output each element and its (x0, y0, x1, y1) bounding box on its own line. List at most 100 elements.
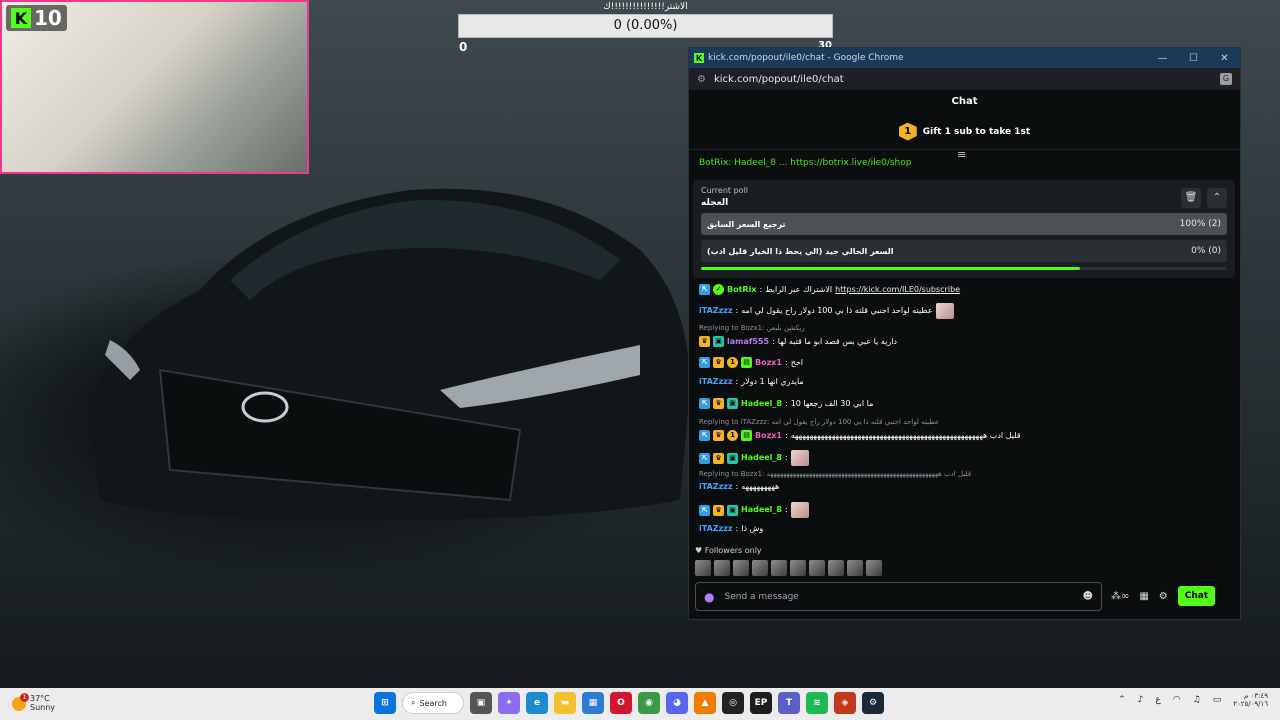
url-text[interactable]: kick.com/popout/ile0/chat (714, 74, 844, 85)
avatar[interactable] (809, 560, 825, 576)
steam-icon[interactable]: ⚙ (862, 692, 884, 714)
chat-message[interactable]: iTAZzzz: وش ذا (699, 524, 763, 534)
emote-image (790, 502, 809, 518)
task-view-icon[interactable]: ▣ (470, 692, 492, 714)
discord-icon[interactable]: ◕ (666, 692, 688, 714)
chat-username[interactable]: Hadeel_8 (741, 399, 782, 409)
poll-overlay-min: 0 (459, 40, 468, 54)
pinned-message-row[interactable]: ≡ BotRix: Hadeel_8 ... https://botrix.li… (689, 150, 1240, 168)
chat-input-placeholder[interactable]: Send a message (724, 592, 798, 602)
copilot-icon[interactable]: ✦ (498, 692, 520, 714)
chat-input[interactable]: ● Send a message ☻ (695, 582, 1102, 611)
microphone-tray-icon[interactable]: ♪ (1138, 695, 1144, 705)
avatar[interactable] (714, 560, 730, 576)
chat-username[interactable]: lamaf555 (727, 337, 769, 347)
delete-poll-icon[interactable]: 🗑 (1181, 188, 1201, 208)
avatar[interactable] (847, 560, 863, 576)
chat-tools: ⁂∞ ▦ ⚙ Chat (1111, 586, 1216, 606)
window-titlebar[interactable]: K kick.com/popout/ile0/chat - Google Chr… (689, 48, 1240, 68)
send-chat-button[interactable]: Chat (1177, 586, 1216, 606)
chat-message[interactable]: ⇱ ✓ BotRix: الاشتراك عبر الرابط https://… (699, 284, 960, 295)
chat-text: وش ذا (741, 524, 764, 533)
chat-username[interactable]: iTAZzzz (699, 482, 733, 492)
chat-username[interactable]: iTAZzzz (699, 377, 733, 387)
epic-games-icon[interactable]: EP (750, 692, 772, 714)
spotify-icon[interactable]: ≋ (806, 692, 828, 714)
start-icon[interactable]: ⊞ (374, 692, 396, 714)
weather-widget[interactable]: 1 37°C Sunny (12, 693, 55, 713)
volume-icon[interactable]: ♫ (1193, 695, 1201, 705)
avatar[interactable] (790, 560, 806, 576)
chat-message[interactable]: ⇱ ♛ 1 ▤ Bozx1: قليل ادب هههههههههههههههه… (699, 430, 1021, 441)
chat-username[interactable]: Bozx1 (755, 431, 782, 441)
reply-context[interactable]: Replying to Bozx1: ريكشن بلبعن (699, 324, 805, 332)
store-icon[interactable]: ▦ (1139, 591, 1148, 602)
clock[interactable]: ٠٣:٤٩ م ٢٠٢٥/٠٩/١٦ (1233, 692, 1268, 709)
search-box[interactable]: ⌕ Search (402, 692, 464, 714)
input-language[interactable]: ع (1155, 695, 1160, 705)
maximize-button[interactable]: ☐ (1178, 53, 1209, 64)
minimize-button[interactable]: — (1147, 53, 1178, 64)
poll-option-1[interactable]: ترجيع السعر السابق 100% (2) (701, 213, 1227, 235)
reply-context[interactable]: Replying to iTAZzzz: عطيته لواحد اجنبي ق… (699, 418, 939, 426)
file-explorer-icon[interactable]: ▬ (554, 692, 576, 714)
battery-icon[interactable]: ▭ (1213, 695, 1222, 705)
reply-context[interactable]: Replying to Bozx1: قليل ادب هههههههههههه… (699, 470, 971, 478)
chat-message[interactable]: iTAZzzz: هههههههههه (699, 482, 779, 492)
avatar[interactable] (771, 560, 787, 576)
chrome-icon[interactable]: ◉ (638, 692, 660, 714)
chat-message[interactable]: ⇱ ♛ ▣ Hadeel_8: (699, 502, 809, 518)
chat-username[interactable]: Bozx1 (755, 358, 782, 368)
system-tray: ⌃ ♪ ع ◠ ♫ ▭ ٠٣:٤٩ م ٢٠٢٥/٠٩/١٦ (1118, 692, 1268, 709)
game-app-icon[interactable]: ◈ (834, 692, 856, 714)
kick-points-icon[interactable]: ⁂∞ (1111, 591, 1129, 602)
subscribe-link[interactable]: https://kick.com/ILE0/subscribe (835, 285, 960, 295)
opera-icon[interactable]: O (610, 692, 632, 714)
poll-option-2[interactable]: السعر الحالي جيد (الي يحط ذا الخيار قليل… (701, 240, 1227, 262)
avatar[interactable] (828, 560, 844, 576)
avatar[interactable] (866, 560, 882, 576)
poll-option-2-result: 0% (0) (1191, 246, 1221, 256)
chat-separator: : (735, 482, 739, 491)
store-app-icon[interactable]: ▦ (582, 692, 604, 714)
avatar[interactable] (733, 560, 749, 576)
chat-username[interactable]: Hadeel_8 (741, 453, 782, 463)
poll-question: العجله (701, 198, 729, 208)
settings-icon[interactable]: ⚙ (1159, 591, 1168, 602)
chat-separator: : (772, 336, 775, 346)
chat-message[interactable]: iTAZzzz: عطيته لواحد اجنبي قلته ذا بي 10… (699, 303, 954, 319)
collapse-poll-icon[interactable]: ⌃ (1207, 188, 1227, 208)
subscriber-badge-icon: ▣ (727, 504, 738, 516)
site-info-icon[interactable]: ⚙ (697, 74, 706, 85)
edge-icon[interactable]: e (526, 692, 548, 714)
vlc-icon[interactable]: ▲ (694, 692, 716, 714)
chat-text: مايدري انها 1 دولار (741, 377, 804, 386)
obs-icon[interactable]: ◎ (722, 692, 744, 714)
translate-icon[interactable]: G (1220, 73, 1232, 85)
microphone-icon[interactable]: ● (704, 590, 714, 604)
avatar[interactable] (695, 560, 711, 576)
followers-only-notice: ♥ Followers only (695, 546, 762, 555)
chat-username[interactable]: BotRix (727, 285, 756, 295)
chat-message[interactable]: ⇱ ♛ 1 ▤ Bozx1: احح (699, 357, 803, 368)
address-bar[interactable]: ⚙ kick.com/popout/ile0/chat G (689, 68, 1240, 90)
expand-pinned-icon[interactable]: ≡ (957, 150, 966, 161)
chat-username[interactable]: iTAZzzz (699, 524, 733, 534)
chat-message[interactable]: ⇱ ♛ ▣ Hadeel_8: ما ابي 30 الف رجعها 10 (699, 398, 873, 409)
network-icon[interactable]: ◠ (1173, 695, 1181, 705)
teams-icon[interactable]: T (778, 692, 800, 714)
chat-username[interactable]: Hadeel_8 (741, 505, 782, 515)
gift-sub-banner[interactable]: 1 Gift 1 sub to take 1st (689, 114, 1240, 150)
poll-overlay-bar: 0 (0.00%) (458, 14, 833, 38)
avatar[interactable] (752, 560, 768, 576)
chat-username[interactable]: iTAZzzz (699, 306, 733, 316)
chat-message[interactable]: iTAZzzz: مايدري انها 1 دولار (699, 377, 804, 387)
chat-message[interactable]: ⇱ ♛ ▣ Hadeel_8: (699, 450, 809, 466)
close-button[interactable]: ✕ (1209, 53, 1240, 64)
chat-message[interactable]: ♛ ▣ lamaf555: داريه يا عبي بس قصد ابو ما… (699, 336, 897, 347)
chevron-up-icon[interactable]: ⌃ (1118, 695, 1126, 705)
emoji-icon[interactable]: ☻ (1083, 591, 1093, 602)
emote-image (790, 450, 809, 466)
viewer-count: 10 (34, 6, 62, 30)
poll-overlay-title: الاشتر!!!!!!!!!!!!!!!ك (603, 2, 688, 12)
